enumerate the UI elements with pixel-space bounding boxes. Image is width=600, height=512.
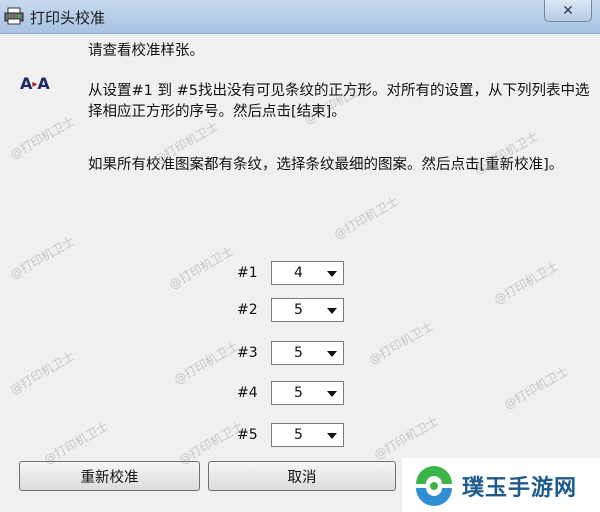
watermark-text: @打印机卫士 <box>7 348 77 397</box>
brand-name: 璞玉手游网 <box>462 476 578 501</box>
setting-select-2[interactable]: 5 <box>271 298 344 322</box>
watermark-text: @打印机卫士 <box>366 318 436 367</box>
watermark-text: @打印机卫士 <box>501 363 571 412</box>
select-value: 4 <box>294 265 303 281</box>
watermark-text: @打印机卫士 <box>371 413 441 462</box>
setting-label: #2 <box>237 302 258 318</box>
watermark-text: @打印机卫士 <box>491 258 561 307</box>
watermark-text: @打印机卫士 <box>7 233 77 282</box>
printer-icon <box>4 7 24 25</box>
watermark-text: @打印机卫士 <box>7 113 77 162</box>
instruction-line-1: 请查看校准样张。 <box>88 43 204 59</box>
setting-label: #1 <box>237 265 258 281</box>
setting-label: #3 <box>237 345 258 361</box>
chevron-down-icon <box>327 433 337 439</box>
brand-logo-icon <box>416 466 452 506</box>
setting-select-3[interactable]: 5 <box>271 341 344 365</box>
setting-row-3: #3 5 <box>237 341 349 367</box>
close-button[interactable]: ✕ <box>544 0 592 22</box>
select-value: 5 <box>294 427 303 443</box>
watermark-text: @打印机卫士 <box>331 193 401 242</box>
title-bar[interactable]: 打印头校准 ✕ <box>0 0 600 34</box>
alignment-aa-icon: A▸A <box>20 74 50 93</box>
select-value: 5 <box>294 385 303 401</box>
dialog-window: 打印头校准 ✕ A▸A 请查看校准样张。 从设置#1 到 #5找出没有可见条纹的… <box>0 0 600 512</box>
setting-row-5: #5 5 <box>237 423 349 449</box>
setting-row-2: #2 5 <box>237 298 349 324</box>
setting-row-4: #4 5 <box>237 381 349 407</box>
setting-label: #4 <box>237 385 258 401</box>
setting-row-1: #1 4 <box>237 261 349 287</box>
setting-select-5[interactable]: 5 <box>271 423 344 447</box>
watermark-text: @打印机卫士 <box>171 338 241 387</box>
chevron-down-icon <box>327 391 337 397</box>
watermark-text: @打印机卫士 <box>166 243 236 292</box>
select-value: 5 <box>294 302 303 318</box>
chevron-down-icon <box>327 351 337 357</box>
chevron-down-icon <box>327 308 337 314</box>
setting-select-1[interactable]: 4 <box>271 261 344 285</box>
chevron-down-icon <box>327 271 337 277</box>
brand-watermark: 璞玉手游网 <box>402 458 600 512</box>
select-value: 5 <box>294 345 303 361</box>
close-icon: ✕ <box>562 2 574 19</box>
recalibrate-button[interactable]: 重新校准 <box>19 461 200 491</box>
cancel-button[interactable]: 取消 <box>208 461 396 491</box>
dialog-content: A▸A 请查看校准样张。 从设置#1 到 #5找出没有可见条纹的正方形。对所有的… <box>0 34 600 512</box>
setting-select-4[interactable]: 5 <box>271 381 344 405</box>
window-title: 打印头校准 <box>30 9 106 27</box>
